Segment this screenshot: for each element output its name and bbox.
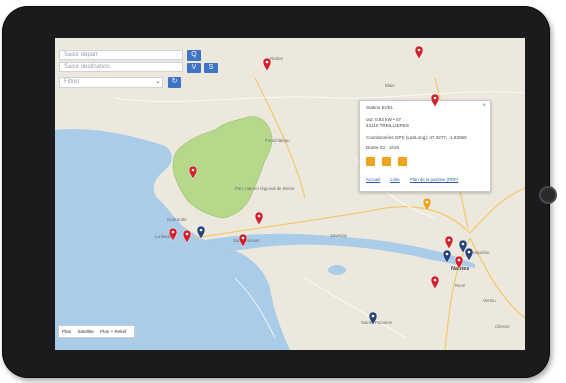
station-pin-icon[interactable] [168, 227, 178, 242]
station-pin-icon[interactable] [188, 165, 198, 180]
station-pin-icon[interactable] [414, 45, 424, 60]
station-pin-icon[interactable] [238, 233, 248, 248]
station-pin-icon[interactable] [262, 57, 272, 72]
map-pins-layer [168, 45, 474, 326]
station-pin-icon[interactable] [182, 229, 192, 244]
map-screen[interactable]: Parc naturel régional de Brière Saint-Na… [55, 38, 525, 350]
station-pin-icon[interactable] [442, 249, 452, 264]
home-button[interactable] [539, 186, 557, 204]
station-pin-icon[interactable] [430, 93, 440, 108]
station-pin-icon[interactable] [254, 211, 264, 226]
station-pin-icon[interactable] [196, 225, 206, 240]
selected-station-pin-icon[interactable] [422, 197, 432, 212]
station-pin-icon[interactable] [444, 235, 454, 250]
station-pin-icon[interactable] [464, 247, 474, 262]
station-pin-icon[interactable] [368, 311, 378, 326]
station-pin-icon[interactable] [454, 255, 464, 270]
station-pin-icon[interactable] [430, 275, 440, 290]
